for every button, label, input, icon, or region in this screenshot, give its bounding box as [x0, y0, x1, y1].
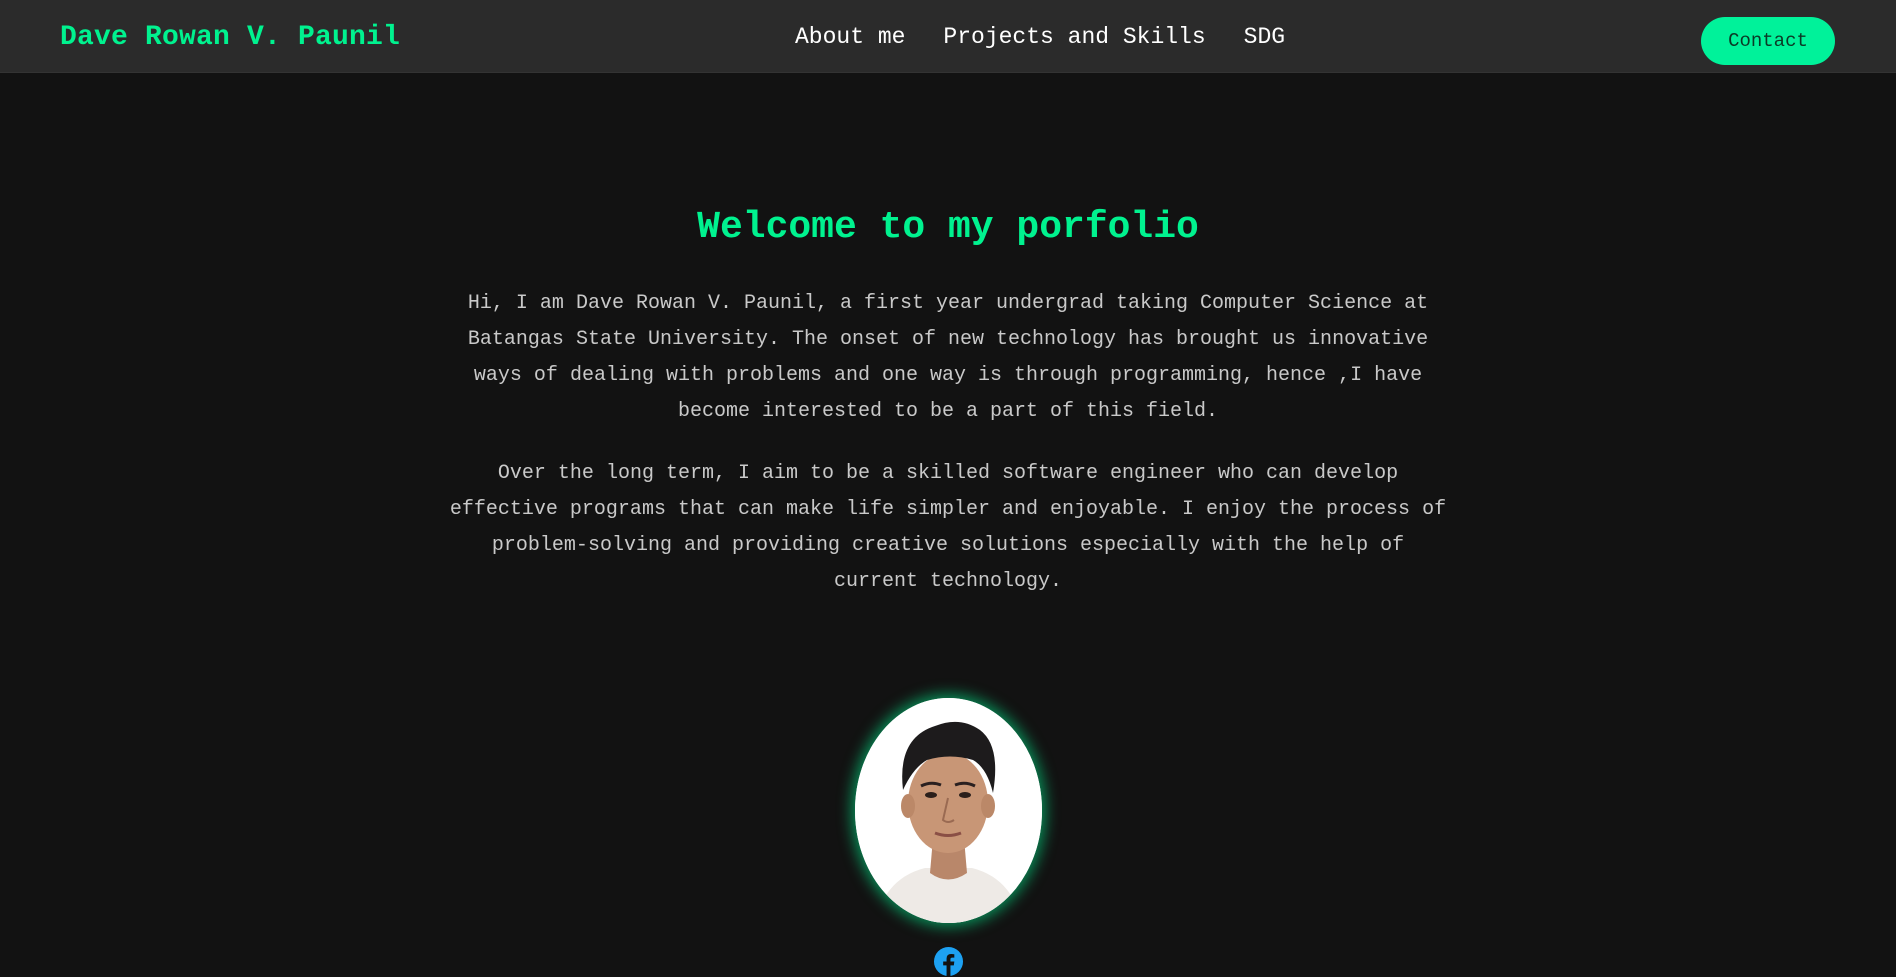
nav-links: About me Projects and Skills SDG [795, 24, 1285, 50]
nav-link-projects-and-skills[interactable]: Projects and Skills [943, 24, 1205, 50]
nav-link-sdg[interactable]: SDG [1244, 24, 1285, 50]
nav-link-about-me[interactable]: About me [795, 24, 905, 50]
facebook-icon[interactable] [933, 946, 964, 977]
page-title: Welcome to my porfolio [697, 206, 1199, 249]
navbar: Dave Rowan V. Paunil About me Projects a… [0, 0, 1896, 73]
goals-paragraph: Over the long term, I aim to be a skille… [449, 462, 1447, 593]
profile-photo [855, 698, 1042, 923]
contact-button[interactable]: Contact [1701, 17, 1835, 65]
brand-logo-text[interactable]: Dave Rowan V. Paunil [60, 22, 400, 53]
intro-paragraph: Hi, I am Dave Rowan V. Paunil, a first y… [467, 292, 1429, 423]
